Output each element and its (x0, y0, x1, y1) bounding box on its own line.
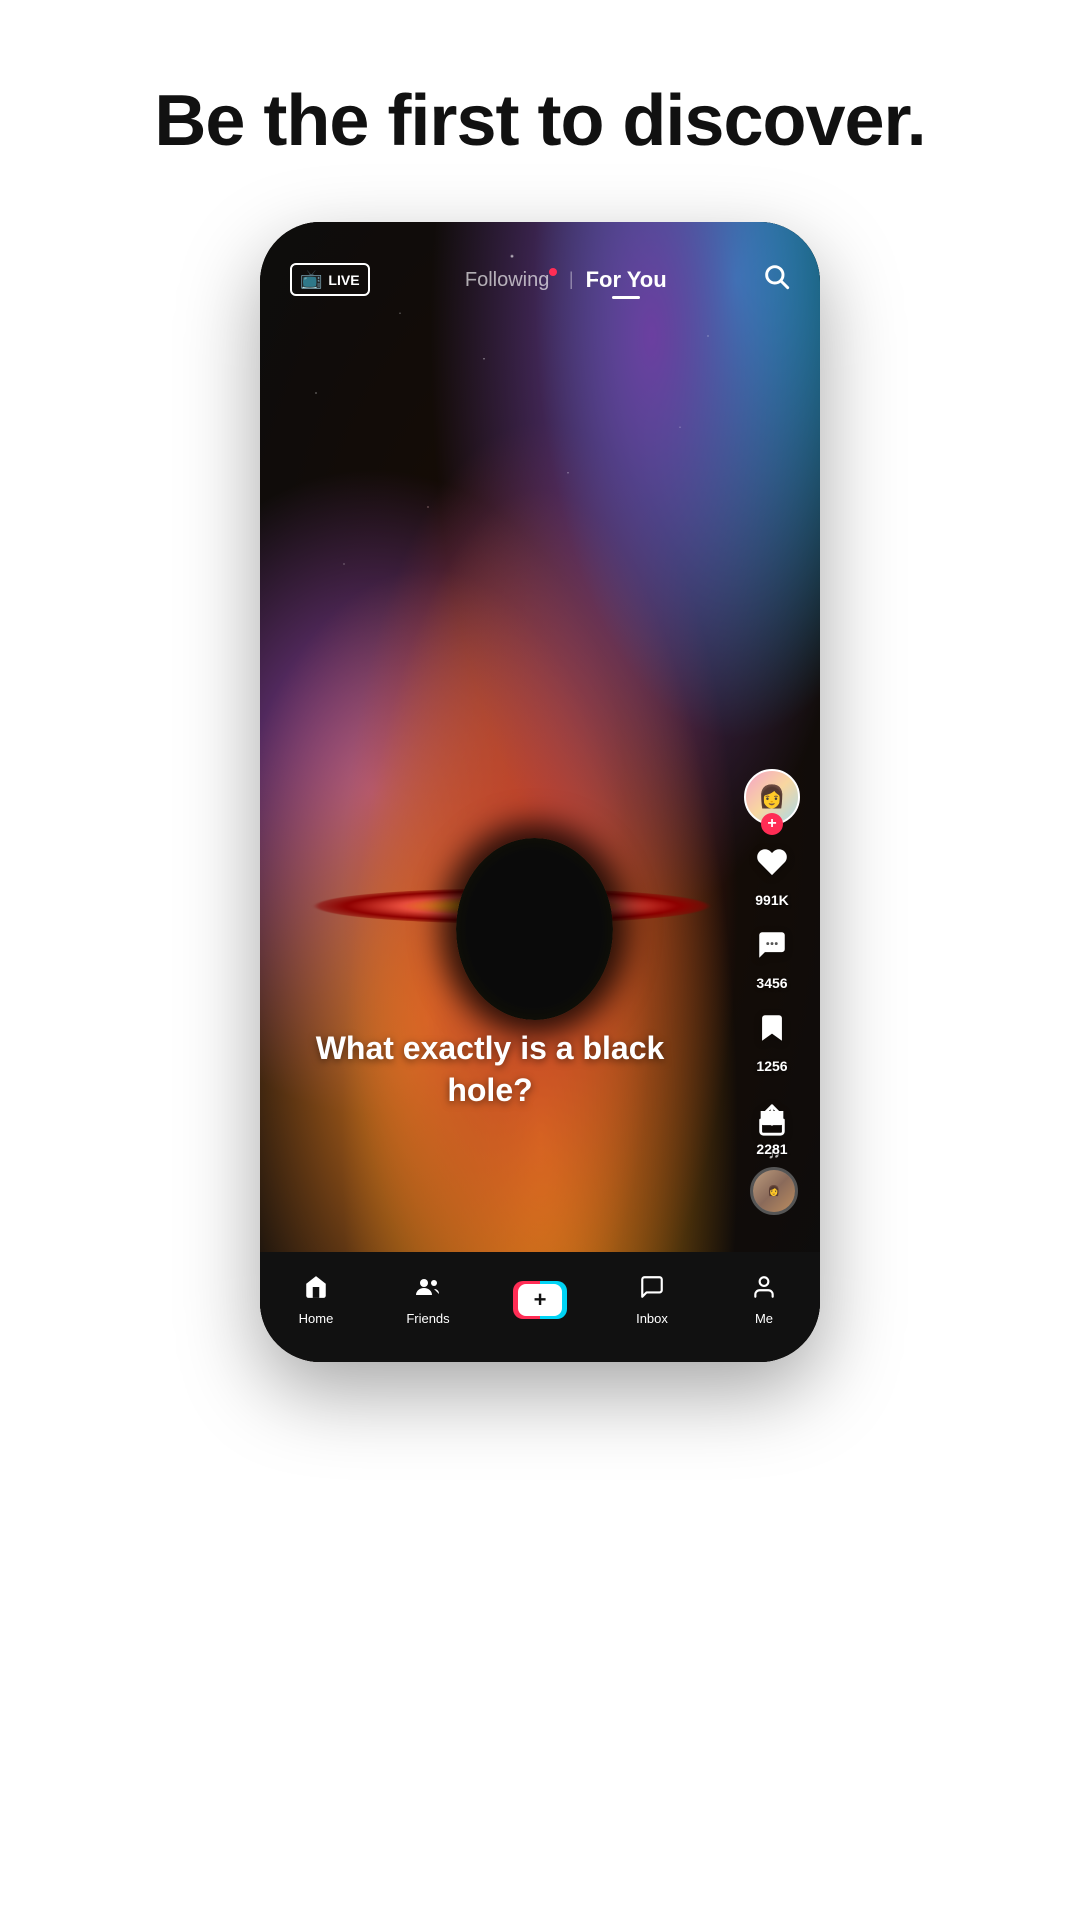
top-bar: 📺 LIVE Following | For You (260, 222, 820, 317)
live-tv-icon: 📺 (300, 269, 322, 290)
nav-friends[interactable]: Friends (388, 1274, 468, 1326)
create-plus-icon: + (518, 1284, 562, 1316)
comment-count: 3456 (756, 975, 787, 991)
right-actions-sidebar: 👩 + 991K (744, 769, 800, 1157)
live-label: LIVE (328, 272, 359, 288)
video-caption: What exactly is a black hole? (290, 1028, 690, 1111)
like-count: 991K (755, 892, 788, 908)
share-icon (755, 1094, 789, 1137)
like-action[interactable]: 991K (755, 845, 789, 908)
page-headline: Be the first to discover. (154, 80, 925, 162)
music-disc[interactable]: 👩 (750, 1167, 798, 1215)
nav-tabs: Following | For You (465, 267, 667, 293)
friends-label: Friends (406, 1311, 449, 1326)
inbox-label: Inbox (636, 1311, 668, 1326)
nav-inbox[interactable]: Inbox (612, 1274, 692, 1326)
bookmark-action[interactable]: 1256 (755, 1011, 789, 1074)
black-hole (456, 838, 613, 1020)
comment-icon (755, 928, 789, 971)
bottom-navigation: Home Friends + (260, 1252, 820, 1362)
nav-home[interactable]: Home (276, 1274, 356, 1326)
live-button[interactable]: 📺 LIVE (290, 263, 370, 296)
heart-icon (755, 845, 789, 888)
creator-avatar[interactable]: 👩 + (744, 769, 800, 825)
me-label: Me (755, 1311, 773, 1326)
bookmark-icon (755, 1011, 789, 1054)
phone-mockup: 📺 LIVE Following | For You What exactly … (260, 222, 820, 1362)
music-disc-inner: 👩 (753, 1167, 795, 1215)
bookmark-count: 1256 (756, 1058, 787, 1074)
video-background (260, 222, 820, 1362)
search-button[interactable] (762, 262, 790, 297)
me-icon (751, 1274, 777, 1307)
nav-create[interactable]: + (500, 1281, 580, 1319)
phone-screen: 📺 LIVE Following | For You What exactly … (260, 222, 820, 1362)
home-icon (303, 1274, 329, 1307)
live-dot (549, 268, 557, 276)
home-label: Home (299, 1311, 334, 1326)
tab-divider: | (569, 269, 574, 290)
friends-icon (414, 1274, 442, 1307)
music-disc-wrap: ♫ 👩 (750, 1142, 798, 1215)
create-button[interactable]: + (513, 1281, 567, 1319)
nav-me[interactable]: Me (724, 1274, 804, 1326)
comment-action[interactable]: 3456 (755, 928, 789, 991)
follow-button[interactable]: + (761, 813, 783, 835)
tab-following[interactable]: Following (465, 268, 557, 292)
inbox-icon (639, 1274, 665, 1307)
tab-for-you[interactable]: For You (586, 267, 667, 293)
music-note-icon: ♫ (767, 1142, 781, 1163)
stars-overlay (260, 222, 820, 1362)
